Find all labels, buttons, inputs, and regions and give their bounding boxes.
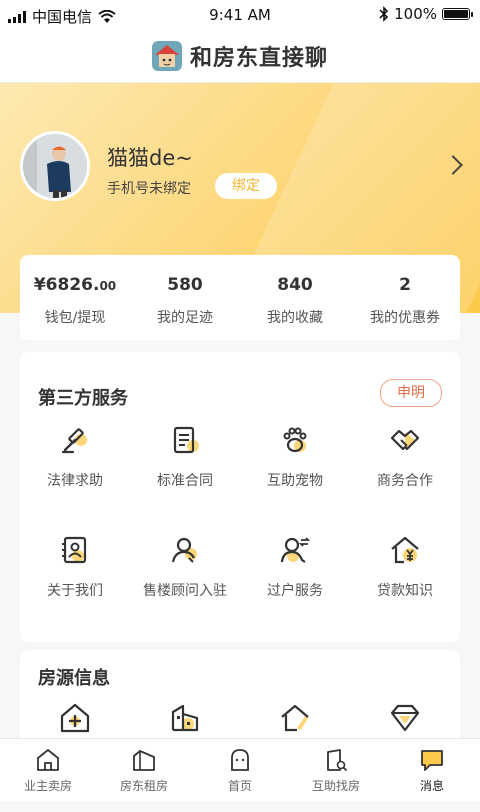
battery-icon [442,8,473,20]
home-icon [231,749,249,771]
stat-label: 钱包/提现 [44,310,106,326]
rent-house-icon [133,750,155,771]
app-logo-icon [151,41,182,71]
declare-button[interactable]: 申明 [380,379,442,407]
stats-card: ¥6826.00 钱包/提现 580 我的足迹 840 我的收藏 2 我的优惠券 [20,255,460,340]
paw-icon [283,427,307,453]
message-icon [421,750,443,771]
services-grid: 法律求助 标准合同 互助宠物 商务合作 关于我们 售楼顾问入驻 过户服务 贷款知… [20,424,460,644]
tab-label: 消息 [419,779,444,793]
service-label: 贷款知识 [377,583,433,599]
stat-value: 2 [399,275,411,295]
bind-phone-button[interactable]: 绑定 [215,173,277,199]
about-icon [62,536,87,564]
building-icon [171,704,199,732]
service-about-us[interactable]: 关于我们 [20,534,130,644]
service-transfer[interactable]: 过户服务 [240,534,350,644]
bottom-tab-bar: 业主卖房 房东租房 首页 互助找房 消息 [0,738,480,801]
service-label: 售楼顾问入驻 [143,583,227,599]
service-business[interactable]: 商务合作 [350,424,460,534]
stat-wallet[interactable]: ¥6826.00 钱包/提现 [20,255,130,340]
service-loan[interactable]: 贷款知识 [350,534,460,644]
service-standard-contract[interactable]: 标准合同 [130,424,240,534]
tab-mutual-search[interactable]: 互助找房 [288,739,384,801]
loan-icon [391,536,419,564]
stat-coupons[interactable]: 2 我的优惠券 [350,255,460,340]
transfer-icon [280,537,311,563]
consultant-icon [171,537,197,563]
house-icon [37,749,59,771]
avatar[interactable] [20,131,90,201]
stat-footprints[interactable]: 580 我的足迹 [130,255,240,340]
battery-percent: 100% [394,5,437,23]
house-add-icon [60,703,90,733]
stat-value: ¥6826.00 [33,275,117,295]
service-consultant[interactable]: 售楼顾问入驻 [130,534,240,644]
service-label: 互助宠物 [267,473,323,489]
contract-icon [173,426,199,454]
status-bar: 中国电信 9:41 AM 100% [0,0,480,30]
bluetooth-icon [379,6,389,22]
search-house-icon [327,749,348,772]
listings-title: 房源信息 [38,668,110,689]
phone-status: 手机号未绑定 [107,181,191,197]
stat-favorites[interactable]: 840 我的收藏 [240,255,350,340]
tab-landlord-rent[interactable]: 房东租房 [96,739,192,801]
stat-label: 我的优惠券 [370,310,440,326]
service-label: 商务合作 [377,473,433,489]
stat-value: 840 [277,275,313,295]
username: 猫猫de~ [107,146,193,170]
services-section: 第三方服务 申明 法律求助 标准合同 互助宠物 商务合作 关于我们 售楼顾问入驻 [20,352,460,642]
house-edit-icon [281,704,309,732]
gavel-icon [61,428,87,454]
service-label: 过户服务 [267,583,323,599]
service-legal-help[interactable]: 法律求助 [20,424,130,534]
tab-label: 首页 [227,779,252,793]
status-right: 100% [379,5,473,23]
app-title: 和房东直接聊 [189,46,328,71]
tab-home[interactable]: 首页 [192,739,288,801]
app-header: 和房东直接聊 [0,30,480,83]
stat-label: 我的足迹 [157,310,213,326]
service-label: 关于我们 [47,583,103,599]
services-title: 第三方服务 [38,388,128,409]
service-label: 标准合同 [157,473,213,489]
tab-owner-sell[interactable]: 业主卖房 [0,739,96,801]
tab-label: 互助找房 [311,779,360,793]
tab-messages[interactable]: 消息 [384,739,480,801]
service-pet-help[interactable]: 互助宠物 [240,424,350,534]
service-label: 法律求助 [47,473,103,489]
handshake-icon [390,429,420,451]
stat-value: 580 [167,275,203,295]
tab-label: 房东租房 [119,779,168,793]
diamond-icon [390,704,420,732]
stat-label: 我的收藏 [267,310,323,326]
tab-label: 业主卖房 [23,779,72,793]
